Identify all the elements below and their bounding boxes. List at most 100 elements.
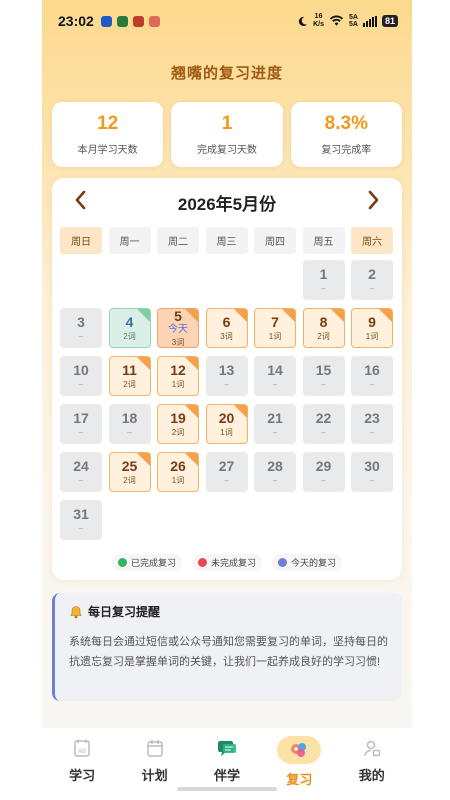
status-time: 23:02	[58, 13, 94, 29]
calendar-empty-cell	[157, 260, 199, 300]
calendar-day-cell[interactable]: 2–	[351, 260, 393, 300]
calendar-day-cell[interactable]: 25 2词	[108, 452, 151, 492]
calendar-day-cell[interactable]: 24–	[60, 452, 102, 492]
calendar-day-cell[interactable]: 4 2词	[108, 308, 151, 348]
day-word-count: 2词	[171, 427, 185, 437]
profile-icon	[357, 736, 387, 760]
calendar-day-cell[interactable]: 13–	[205, 356, 248, 396]
tab-label: 学习	[69, 768, 96, 783]
next-month-button[interactable]	[368, 190, 380, 214]
day-word-count: –	[369, 427, 375, 437]
day-word-count: 2词	[123, 475, 136, 485]
calendar-day-cell[interactable]: 22–	[302, 404, 345, 444]
calendar-day-cell[interactable]: 12 1词	[157, 356, 199, 396]
day-word-count: –	[224, 475, 229, 485]
day-word-count: –	[321, 283, 326, 293]
calendar-day-cell[interactable]: 1–	[302, 260, 345, 300]
calendar-day-cell[interactable]: 26 1词	[157, 452, 199, 492]
tab-label: 伴学	[213, 768, 240, 783]
day-number: 24	[73, 457, 89, 474]
day-word-count: –	[78, 379, 84, 389]
day-word-count: 1词	[220, 427, 233, 437]
review-corner-marker	[282, 309, 295, 322]
calendar-day-cell[interactable]: 23–	[351, 404, 393, 444]
page-title: 翘嘴的复习进度	[170, 65, 283, 82]
review-corner-marker	[136, 453, 150, 466]
tab-label: 我的	[358, 768, 385, 783]
home-indicator	[177, 787, 277, 791]
svg-text:AB: AB	[78, 749, 86, 755]
legend-dot	[278, 558, 287, 567]
tab-study[interactable]: AB 学习	[52, 736, 112, 800]
calendar-day-cell[interactable]: 21–	[254, 404, 296, 444]
calendar-day-cell[interactable]: 17–	[60, 404, 102, 444]
calendar-empty-cell	[254, 260, 296, 300]
calendar-day-cell[interactable]: 11 2词	[108, 356, 151, 396]
weekday-label: 周二	[157, 227, 199, 254]
tab-profile[interactable]: 我的	[342, 736, 402, 800]
calendar-month-title: 2026年5月份	[177, 194, 277, 214]
day-number: 7	[271, 313, 279, 330]
review-corner-marker	[185, 309, 198, 322]
screen: 23:02 16 K/s 5A 5A 81 翘嘴的复习进度 12 本月学习天数 …	[0, 0, 450, 800]
chat-icon	[212, 736, 242, 760]
calendar-day-cell[interactable]: 10–	[60, 356, 102, 396]
calendar-day-cell[interactable]: 5 今天 3词	[157, 308, 199, 348]
calendar-day-cell[interactable]: 31–	[60, 500, 102, 540]
calendar-day-cell[interactable]: 27–	[205, 452, 248, 492]
calendar-day-cell[interactable]: 18–	[108, 404, 151, 444]
day-number: 27	[218, 457, 235, 474]
legend-label: 未完成复习	[210, 558, 256, 568]
calendar-day-cell[interactable]: 8 2词	[302, 308, 345, 348]
battery-level: 81	[381, 15, 398, 27]
stats-row: 12 本月学习天数 1 完成复习天数 8.3% 复习完成率	[52, 102, 402, 167]
day-word-count: 1词	[171, 475, 185, 485]
reminder-title: 每日复习提醒	[88, 605, 161, 619]
calendar-day-cell[interactable]: 28–	[254, 452, 296, 492]
calendar-day-cell[interactable]: 7 1词	[254, 308, 296, 348]
day-number: 13	[218, 361, 235, 378]
day-number: 25	[121, 457, 138, 474]
day-word-count: –	[78, 331, 84, 341]
weekday-label: 周一	[108, 227, 151, 254]
calendar-day-cell[interactable]: 9 1词	[351, 308, 393, 348]
day-number: 3	[77, 313, 85, 330]
reminder-title-row: 每日复习提醒	[69, 603, 390, 620]
legend-dot	[117, 558, 127, 567]
calendar-day-cell[interactable]: 6 3词	[205, 308, 248, 348]
day-number: 26	[170, 457, 186, 474]
bell-icon	[70, 605, 82, 618]
calendar-day-cell[interactable]: 29–	[302, 452, 345, 492]
calendar-day-cell[interactable]: 16–	[351, 356, 393, 396]
day-word-count: –	[78, 427, 84, 437]
day-word-count: –	[321, 475, 326, 485]
signal-labels: 5A 5A	[349, 14, 358, 28]
moon-icon	[299, 16, 308, 26]
tab-review[interactable]: 复习	[269, 736, 329, 800]
net-speed: 16 K/s	[313, 13, 325, 28]
tab-plan[interactable]: 计划	[125, 736, 185, 800]
day-word-count: –	[78, 523, 84, 533]
weekday-header: 周日 周一 周二 周三 周四 周五 周六	[60, 227, 393, 254]
day-word-count: 1词	[365, 331, 379, 341]
day-number: 18	[121, 409, 138, 426]
daily-reminder-card: 每日复习提醒 系统每日会通过短信或公众号通知您需要复习的单词，坚持每日的抗遗忘复…	[52, 593, 402, 701]
calendar-day-cell[interactable]: 3–	[60, 308, 102, 348]
day-word-count: 3词	[171, 337, 185, 347]
calendar-day-cell[interactable]: 20 1词	[205, 404, 248, 444]
legend-item-done: 已完成复习	[111, 554, 182, 571]
calendar-day-cell[interactable]: 15–	[302, 356, 345, 396]
day-word-count: –	[272, 427, 278, 437]
day-word-count: 1词	[268, 331, 282, 341]
day-number: 22	[315, 409, 332, 426]
day-number: 5	[174, 308, 182, 324]
app-notification-icon	[100, 15, 112, 27]
calendar-day-cell[interactable]: 30–	[351, 452, 393, 492]
reminder-text: 系统每日会通过短信或公众号通知您需要复习的单词，坚持每日的抗遗忘复习是掌握单词的…	[69, 636, 388, 668]
day-number: 12	[170, 361, 186, 378]
calendar-empty-cell	[60, 260, 102, 300]
calendar-day-cell[interactable]: 19 2词	[157, 404, 199, 444]
calendar-day-cell[interactable]: 14–	[254, 356, 296, 396]
review-corner-marker	[185, 405, 198, 418]
prev-month-button[interactable]	[74, 190, 86, 214]
